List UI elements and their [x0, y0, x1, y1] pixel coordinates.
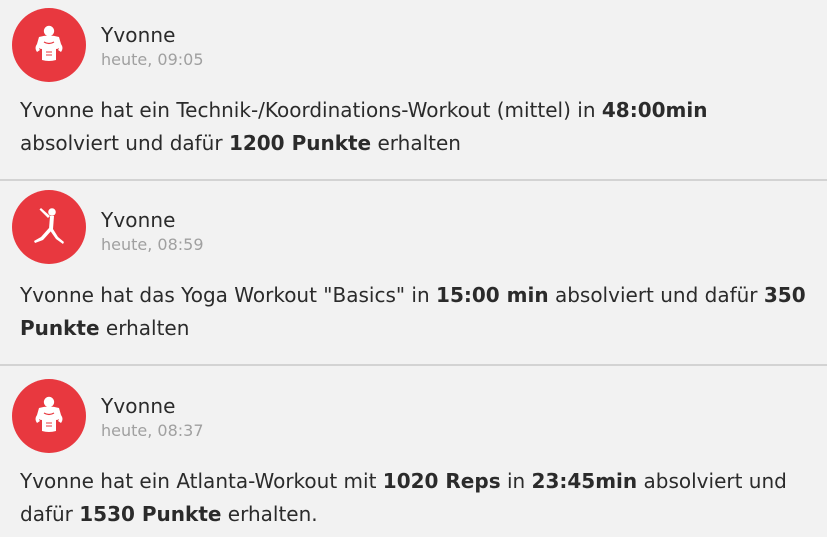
yoga-pose-icon — [34, 208, 64, 244]
user-name[interactable]: Yvonne — [101, 394, 176, 418]
activity-feed: Yvonne heute, 09:05 Yvonne hat ein Techn… — [0, 0, 827, 537]
message-text: absolviert und dafür — [548, 283, 764, 307]
message-text: erhalten — [371, 131, 461, 155]
duration-value: 15:00 min — [436, 283, 549, 307]
user-name[interactable]: Yvonne — [101, 23, 176, 47]
feed-item[interactable]: Yvonne heute, 08:37 Yvonne hat ein Atlan… — [0, 366, 827, 537]
points-value: 1200 Punkte — [228, 131, 372, 155]
duration-value: 23:45min — [531, 469, 638, 493]
timestamp: heute, 09:05 — [101, 50, 204, 69]
timestamp: heute, 08:37 — [101, 421, 204, 440]
workout-avatar[interactable] — [12, 8, 86, 82]
strength-athlete-icon — [35, 396, 63, 432]
message-text: Yvonne hat das Yoga Workout "Basics" in — [20, 283, 437, 307]
message-text: erhalten — [99, 316, 190, 340]
activity-message: Yvonne hat das Yoga Workout "Basics" in … — [20, 279, 810, 345]
timestamp: heute, 08:59 — [101, 235, 204, 254]
workout-avatar[interactable] — [12, 190, 86, 264]
points-value: 1530 Punkte — [79, 502, 222, 526]
activity-message: Yvonne hat ein Atlanta-Workout mit 1020 … — [20, 465, 810, 531]
message-text: in — [500, 469, 532, 493]
workout-avatar[interactable] — [12, 379, 86, 453]
message-text: Yvonne hat ein Atlanta-Workout mit — [20, 469, 383, 493]
message-text: erhalten. — [221, 502, 318, 526]
feed-item[interactable]: Yvonne heute, 09:05 Yvonne hat ein Techn… — [0, 0, 827, 180]
duration-value: 48:00min — [601, 98, 708, 122]
message-text: Yvonne hat ein Technik-/Koordinations-Wo… — [20, 98, 602, 122]
reps-value: 1020 Reps — [382, 469, 501, 493]
user-name[interactable]: Yvonne — [101, 208, 176, 232]
strength-athlete-icon — [35, 25, 63, 61]
feed-item[interactable]: Yvonne heute, 08:59 Yvonne hat das Yoga … — [0, 181, 827, 365]
activity-message: Yvonne hat ein Technik-/Koordinations-Wo… — [20, 94, 810, 160]
message-text: absolviert und dafür — [20, 131, 229, 155]
